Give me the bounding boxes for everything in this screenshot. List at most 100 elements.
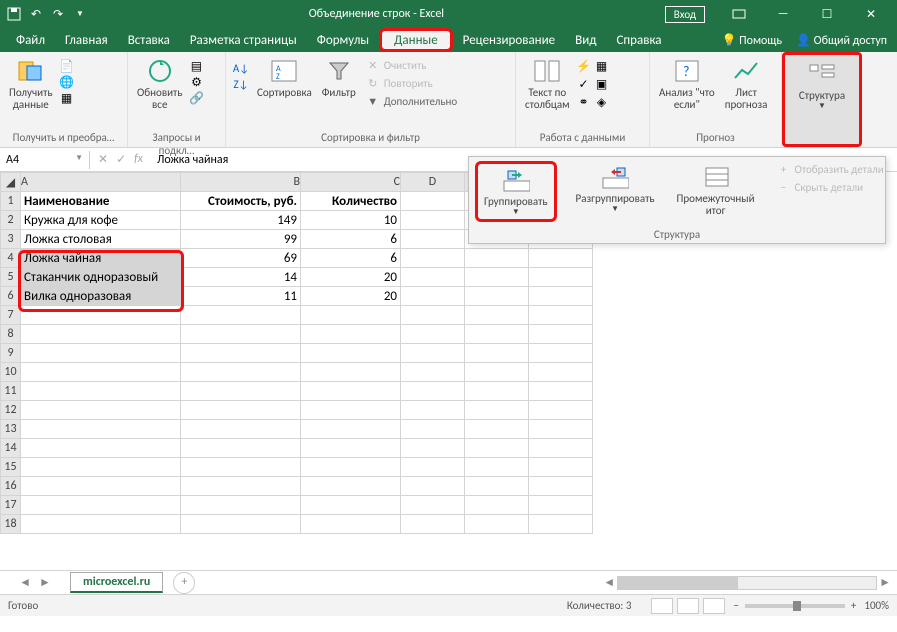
close-button[interactable]: ✕ xyxy=(851,4,891,24)
new-sheet-button[interactable]: + xyxy=(173,572,195,594)
forecast-sheet-button[interactable]: Лист прогноза xyxy=(722,55,771,113)
maximize-button[interactable]: ☐ xyxy=(807,4,847,24)
redo-icon[interactable]: ↷ xyxy=(50,6,66,22)
queries-icon[interactable]: ▤ xyxy=(189,59,203,73)
zoom-level[interactable]: 100% xyxy=(864,599,889,612)
chevron-down-icon: ▼ xyxy=(818,102,826,111)
from-text-icon[interactable]: 📄 xyxy=(60,59,74,73)
advanced-filter-button[interactable]: ▼Дополнительно xyxy=(363,93,460,109)
group-label: Запросы и подкл… xyxy=(134,131,219,145)
remove-dup-icon[interactable]: ▦ xyxy=(595,59,609,73)
zoom-in-button[interactable]: + xyxy=(851,599,856,612)
ungroup-button[interactable]: Разгруппировать▼ xyxy=(573,161,658,216)
data-validation-icon[interactable]: ✓ xyxy=(577,77,591,91)
filter-icon xyxy=(325,57,353,85)
share-button[interactable]: 👤 Общий доступ xyxy=(796,33,887,48)
row-header[interactable]: 5 xyxy=(1,268,21,287)
sort-za-icon[interactable]: Z↓ xyxy=(234,77,248,91)
refresh-icon xyxy=(146,57,174,85)
status-ready: Готово xyxy=(8,599,38,612)
flash-fill-icon[interactable]: ⚡ xyxy=(577,59,591,73)
tab-data[interactable]: Данные xyxy=(379,28,453,52)
normal-view-button[interactable] xyxy=(651,598,673,614)
sort-az-icon[interactable]: A↓ xyxy=(234,61,248,75)
page-break-button[interactable] xyxy=(703,598,725,614)
ungroup-icon xyxy=(601,163,629,191)
whatif-button[interactable]: ? Анализ "что если" xyxy=(656,55,718,113)
group-label: Получить и преобра… xyxy=(6,131,121,145)
horizontal-scrollbar[interactable] xyxy=(617,576,877,590)
cancel-icon: ✕ xyxy=(98,152,108,167)
whatif-icon: ? xyxy=(673,57,701,85)
from-web-icon[interactable]: 🌐 xyxy=(60,75,74,89)
consolidate-icon[interactable]: ▣ xyxy=(595,77,609,91)
window-title: Объединение строк - Excel xyxy=(88,7,665,21)
undo-icon[interactable]: ↶ xyxy=(28,6,44,22)
sort-button[interactable]: AZ Сортировка xyxy=(254,55,315,101)
tab-formulas[interactable]: Формулы xyxy=(307,28,379,52)
qat-dropdown-icon[interactable]: ▼ xyxy=(72,6,88,22)
select-all[interactable]: ◢ xyxy=(1,173,21,192)
tab-page-layout[interactable]: Разметка страницы xyxy=(180,28,307,52)
advanced-icon: ▼ xyxy=(366,94,380,108)
save-icon[interactable] xyxy=(6,6,22,22)
row-header[interactable]: 6 xyxy=(1,287,21,306)
dropdown-label: Структура xyxy=(475,228,879,241)
sort-icon: AZ xyxy=(270,57,298,85)
plus-icon: + xyxy=(777,162,791,176)
col-header[interactable]: A xyxy=(21,173,181,192)
tab-review[interactable]: Рецензирование xyxy=(453,28,565,52)
clear-filter-button: ✕Очистить xyxy=(363,57,460,73)
sheet-tab[interactable]: microexcel.ru xyxy=(70,572,163,593)
group-button[interactable]: Группировать▼ xyxy=(475,161,557,222)
from-table-icon[interactable]: ▦ xyxy=(60,91,74,105)
hide-detail-button: −Скрыть детали xyxy=(774,179,897,195)
edit-links-icon[interactable]: 🔗 xyxy=(189,91,203,105)
show-detail-button: +Отобразить детали xyxy=(774,161,897,177)
filter-button[interactable]: Фильтр xyxy=(319,55,359,101)
refresh-all-button[interactable]: Обновить все xyxy=(134,55,185,113)
sheet-tab-bar: ◄ ► microexcel.ru + ◄ ► xyxy=(0,570,897,594)
group-icon xyxy=(502,166,530,194)
row-header[interactable]: 4 xyxy=(1,249,21,268)
relationships-icon[interactable]: ⚭ xyxy=(577,95,591,109)
tab-home[interactable]: Главная xyxy=(55,28,118,52)
subtotal-icon xyxy=(702,163,730,191)
zoom-slider[interactable] xyxy=(745,604,845,608)
scroll-right-icon[interactable]: ► xyxy=(879,575,891,590)
login-button[interactable]: Вход xyxy=(665,6,705,23)
row-header[interactable]: 1 xyxy=(1,192,21,211)
row-header[interactable]: 3 xyxy=(1,230,21,249)
properties-icon[interactable]: ⚙ xyxy=(189,75,203,89)
row-header[interactable]: 2 xyxy=(1,211,21,230)
forecast-icon xyxy=(732,57,760,85)
structure-dropdown: Группировать▼ Разгруппировать▼ Промежуто… xyxy=(468,156,886,244)
data-model-icon[interactable]: ◈ xyxy=(595,95,609,109)
reapply-button: ↻Повторить xyxy=(363,75,460,91)
tab-file[interactable]: Файл xyxy=(6,28,55,52)
sheet-prev-icon[interactable]: ◄ xyxy=(19,575,31,590)
get-data-icon xyxy=(17,57,45,85)
tab-insert[interactable]: Вставка xyxy=(118,28,180,52)
tell-me[interactable]: 💡 Помощь xyxy=(722,33,783,48)
get-data-button[interactable]: Получить данные xyxy=(6,55,56,113)
ribbon-options-icon[interactable] xyxy=(719,4,759,24)
col-header[interactable]: B xyxy=(181,173,301,192)
page-layout-button[interactable] xyxy=(677,598,699,614)
scroll-left-icon[interactable]: ◄ xyxy=(603,575,615,590)
minimize-button[interactable]: — xyxy=(763,4,803,24)
status-count: Количество: 3 xyxy=(567,599,632,612)
text-to-columns-button[interactable]: Текст по столбцам xyxy=(522,55,573,113)
minus-icon: − xyxy=(777,180,791,194)
zoom-out-button[interactable]: − xyxy=(733,599,738,612)
tab-view[interactable]: Вид xyxy=(565,28,606,52)
col-header[interactable]: C xyxy=(301,173,401,192)
name-box[interactable]: A4▼ xyxy=(0,151,90,169)
subtotal-button[interactable]: Промежуточный итог xyxy=(674,161,758,219)
col-header[interactable]: D xyxy=(401,173,465,192)
fx-icon[interactable]: fx xyxy=(134,152,143,167)
ribbon: Получить данные 📄 🌐 ▦ Получить и преобра… xyxy=(0,52,897,148)
tab-help[interactable]: Справка xyxy=(606,28,671,52)
structure-button[interactable]: Структура ▼ xyxy=(796,58,848,113)
sheet-next-icon[interactable]: ► xyxy=(39,575,51,590)
